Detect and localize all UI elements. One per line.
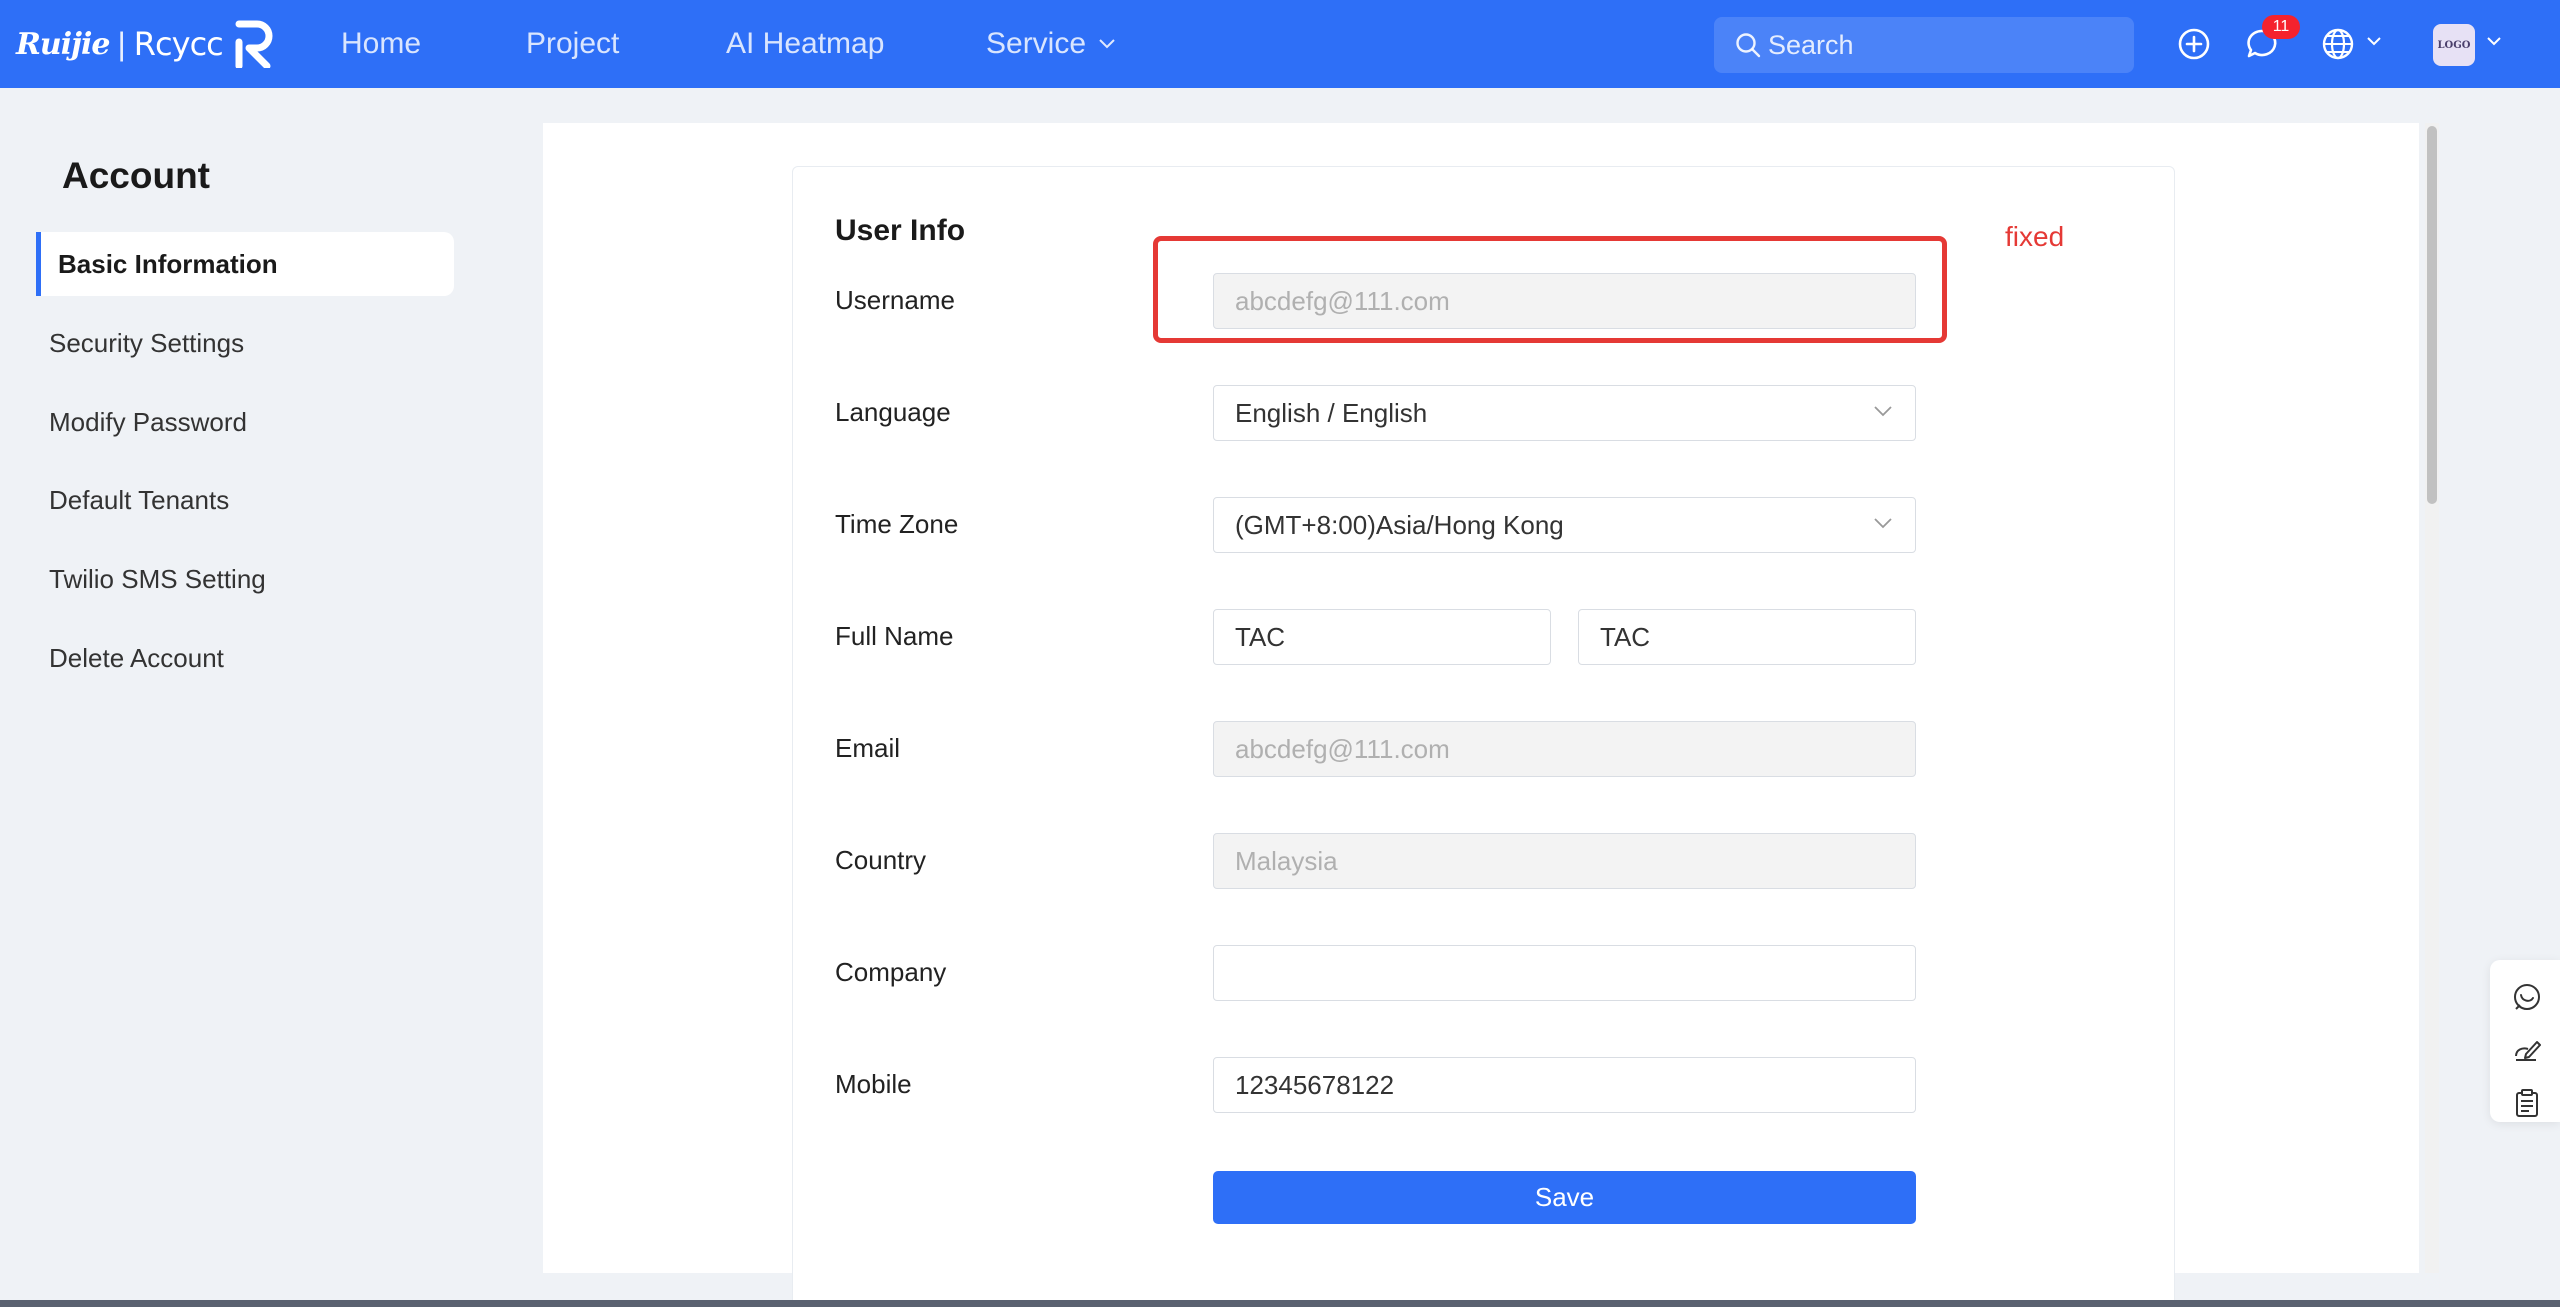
- logo-brand-ruijie: Ruijie: [16, 26, 110, 62]
- nav-service[interactable]: Service: [986, 0, 1116, 88]
- add-button[interactable]: [2174, 24, 2214, 64]
- sidebar-item-label: Basic Information: [58, 248, 278, 279]
- feedback-button[interactable]: [2512, 1036, 2542, 1066]
- message-count-badge: 11: [2262, 15, 2300, 39]
- chevron-down-icon[interactable]: [2486, 36, 2502, 46]
- search-input[interactable]: Search: [1714, 17, 2134, 73]
- rcycc-mark-icon: [235, 20, 273, 68]
- timezone-value: (GMT+8:00)Asia/Hong Kong: [1235, 509, 1564, 540]
- chevron-down-icon: [1874, 406, 1892, 417]
- language-value: English / English: [1235, 397, 1428, 428]
- nav-home-label: Home: [341, 27, 422, 60]
- nav-ai-heatmap[interactable]: AI Heatmap: [726, 0, 884, 88]
- country-value: Malaysia: [1235, 845, 1338, 876]
- sidebar-item-default-tenants[interactable]: Default Tenants: [36, 468, 454, 532]
- sidebar-item-delete-account[interactable]: Delete Account: [36, 626, 454, 690]
- search-placeholder: Search: [1768, 29, 1854, 60]
- email-value: abcdefg@111.com: [1235, 733, 1450, 764]
- last-name-field[interactable]: TAC: [1578, 609, 1916, 665]
- first-name-field[interactable]: TAC: [1213, 609, 1551, 665]
- plus-circle-icon: [2178, 28, 2210, 60]
- email-label: Email: [835, 733, 901, 763]
- last-name-value: TAC: [1600, 621, 1651, 652]
- timezone-select[interactable]: (GMT+8:00)Asia/Hong Kong: [1213, 497, 1916, 553]
- search-icon: [1736, 33, 1761, 58]
- mobile-label: Mobile: [835, 1069, 912, 1099]
- timezone-label: Time Zone: [835, 509, 959, 539]
- company-field[interactable]: [1213, 945, 1916, 1001]
- avatar-text: LOGO: [2437, 39, 2471, 51]
- country-field: Malaysia: [1213, 833, 1916, 889]
- mobile-field[interactable]: 12345678122: [1213, 1057, 1916, 1113]
- company-label: Company: [835, 957, 947, 987]
- annotation-note: fixed: [2005, 221, 2065, 252]
- chevron-down-icon: [1099, 39, 1115, 49]
- sidebar-item-label: Twilio SMS Setting: [49, 563, 266, 594]
- top-navbar: Ruijie | Rcycc Home Project AI Heatmap S…: [0, 0, 2560, 88]
- nav-ai-heatmap-label: AI Heatmap: [726, 27, 885, 60]
- sidebar-item-modify-password[interactable]: Modify Password: [36, 390, 454, 454]
- sidebar-item-label: Modify Password: [49, 406, 247, 437]
- sidebar-title: Account: [62, 155, 210, 196]
- save-button[interactable]: Save: [1213, 1171, 1916, 1224]
- chevron-down-icon[interactable]: [2366, 36, 2382, 46]
- logo-brand-rcycc: Rcycc: [133, 25, 224, 63]
- username-label: Username: [835, 285, 955, 315]
- clipboard-button[interactable]: [2512, 1088, 2542, 1118]
- globe-icon: [2322, 28, 2354, 60]
- nav-home[interactable]: Home: [341, 0, 421, 88]
- sidebar-item-label: Security Settings: [49, 327, 245, 358]
- chevron-down-icon: [1874, 518, 1892, 529]
- language-label: Language: [835, 397, 951, 427]
- annotation-highlight-box: [1153, 236, 1947, 343]
- scrollbar-thumb[interactable]: [2427, 126, 2437, 504]
- nav-project-label: Project: [526, 27, 620, 60]
- language-button[interactable]: [2318, 24, 2358, 64]
- sidebar-item-security-settings[interactable]: Security Settings: [36, 311, 454, 375]
- clipboard-icon: [2516, 1089, 2538, 1117]
- sidebar-item-label: Default Tenants: [49, 484, 230, 515]
- sidebar-item-label: Delete Account: [49, 642, 224, 673]
- first-name-value: TAC: [1235, 621, 1286, 652]
- country-label: Country: [835, 845, 927, 875]
- full-name-label: Full Name: [835, 621, 954, 651]
- sidebar-item-twilio-sms-setting[interactable]: Twilio SMS Setting: [36, 547, 454, 611]
- sidebar-item-basic-information[interactable]: Basic Information: [36, 232, 454, 296]
- logo-separator: |: [117, 25, 126, 62]
- mobile-value: 12345678122: [1235, 1069, 1395, 1100]
- feedback-edit-icon: [2515, 1041, 2541, 1061]
- email-field: abcdefg@111.com: [1213, 721, 1916, 777]
- bottom-edge: [0, 1300, 2560, 1307]
- chat-support-button[interactable]: [2512, 982, 2542, 1012]
- section-title: User Info: [835, 214, 966, 247]
- brand-logo[interactable]: Ruijie | Rcycc: [16, 18, 277, 70]
- nav-project[interactable]: Project: [526, 0, 619, 88]
- nav-service-label: Service: [986, 27, 1087, 60]
- chat-support-icon: [2514, 984, 2540, 1010]
- floating-toolbar: [2490, 960, 2560, 1122]
- avatar[interactable]: LOGO: [2433, 24, 2475, 66]
- language-select[interactable]: English / English: [1213, 385, 1916, 441]
